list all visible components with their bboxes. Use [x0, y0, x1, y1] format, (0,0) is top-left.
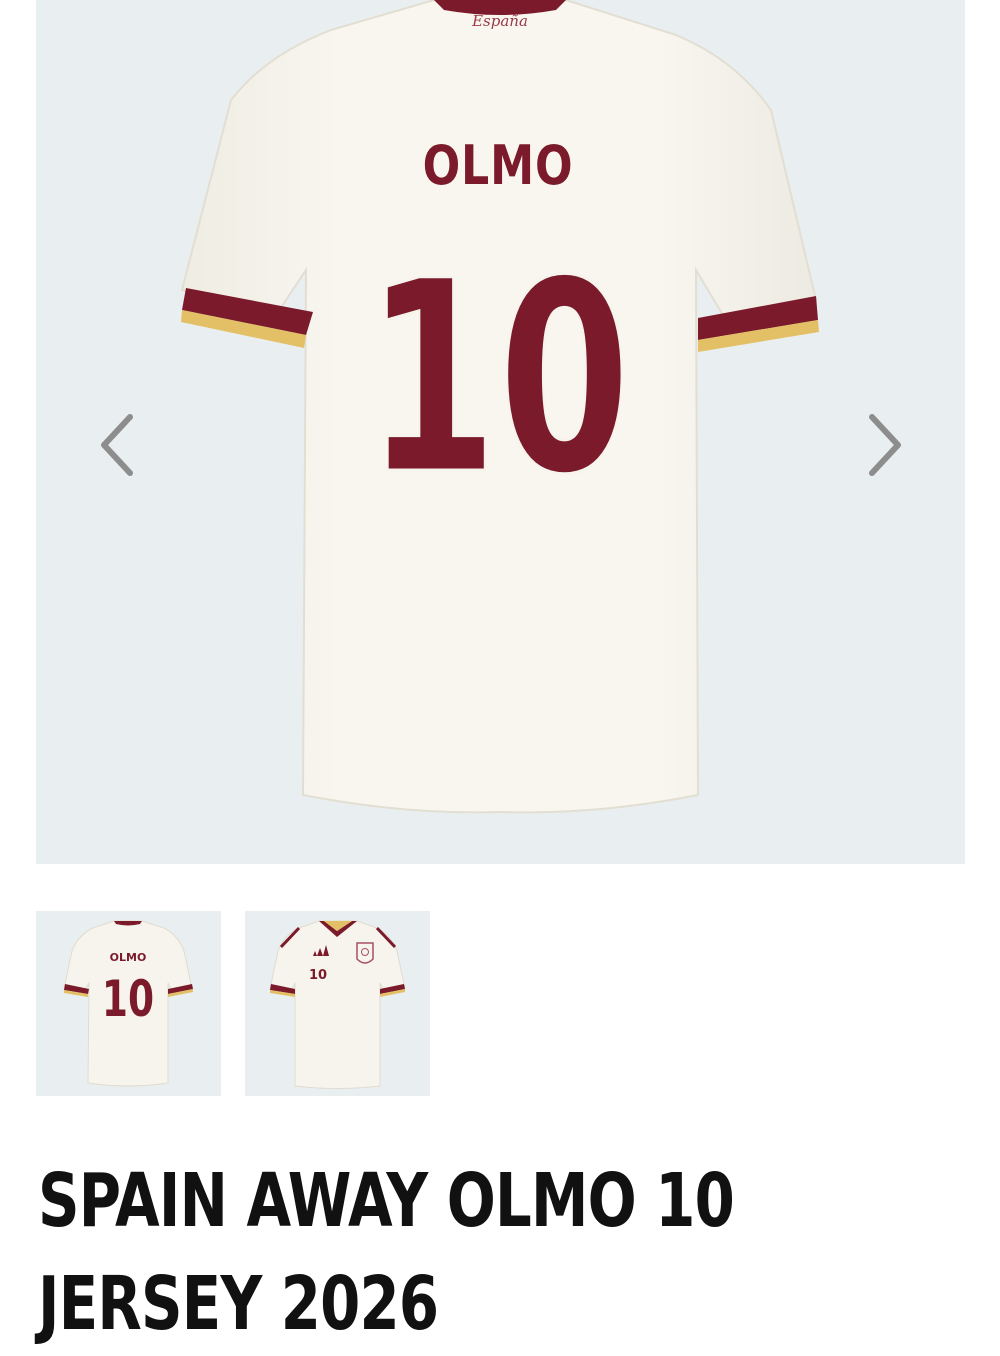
thumbnail-player-number: 10 [102, 971, 154, 1029]
thumbnail-back-view[interactable]: OLMO 10 [36, 911, 221, 1096]
thumbnail-jersey-back-image: OLMO 10 [63, 920, 193, 1087]
thumbnail-player-name: OLMO [110, 951, 147, 964]
jersey-back-image: España OLMO 10 [180, 0, 819, 814]
thumbnail-front-number: 10 [309, 968, 327, 983]
product-image-main: España OLMO 10 [36, 0, 965, 864]
thumbnail-strip: OLMO 10 10 [36, 911, 430, 1096]
jersey-player-name: OLMO [423, 134, 574, 197]
gallery-next-button[interactable] [854, 405, 914, 485]
jersey-player-number: 10 [365, 226, 631, 534]
product-title: SPAIN AWAY OLMO 10 JERSEY 2026 [38, 1158, 735, 1347]
thumbnail-jersey-front-image: 10 [269, 920, 406, 1089]
chevron-right-icon [869, 414, 901, 476]
gallery-prev-button[interactable] [88, 405, 148, 485]
chevron-left-icon [101, 414, 133, 476]
brand-script-text: España [471, 12, 528, 30]
thumbnail-front-view[interactable]: 10 [245, 911, 430, 1096]
